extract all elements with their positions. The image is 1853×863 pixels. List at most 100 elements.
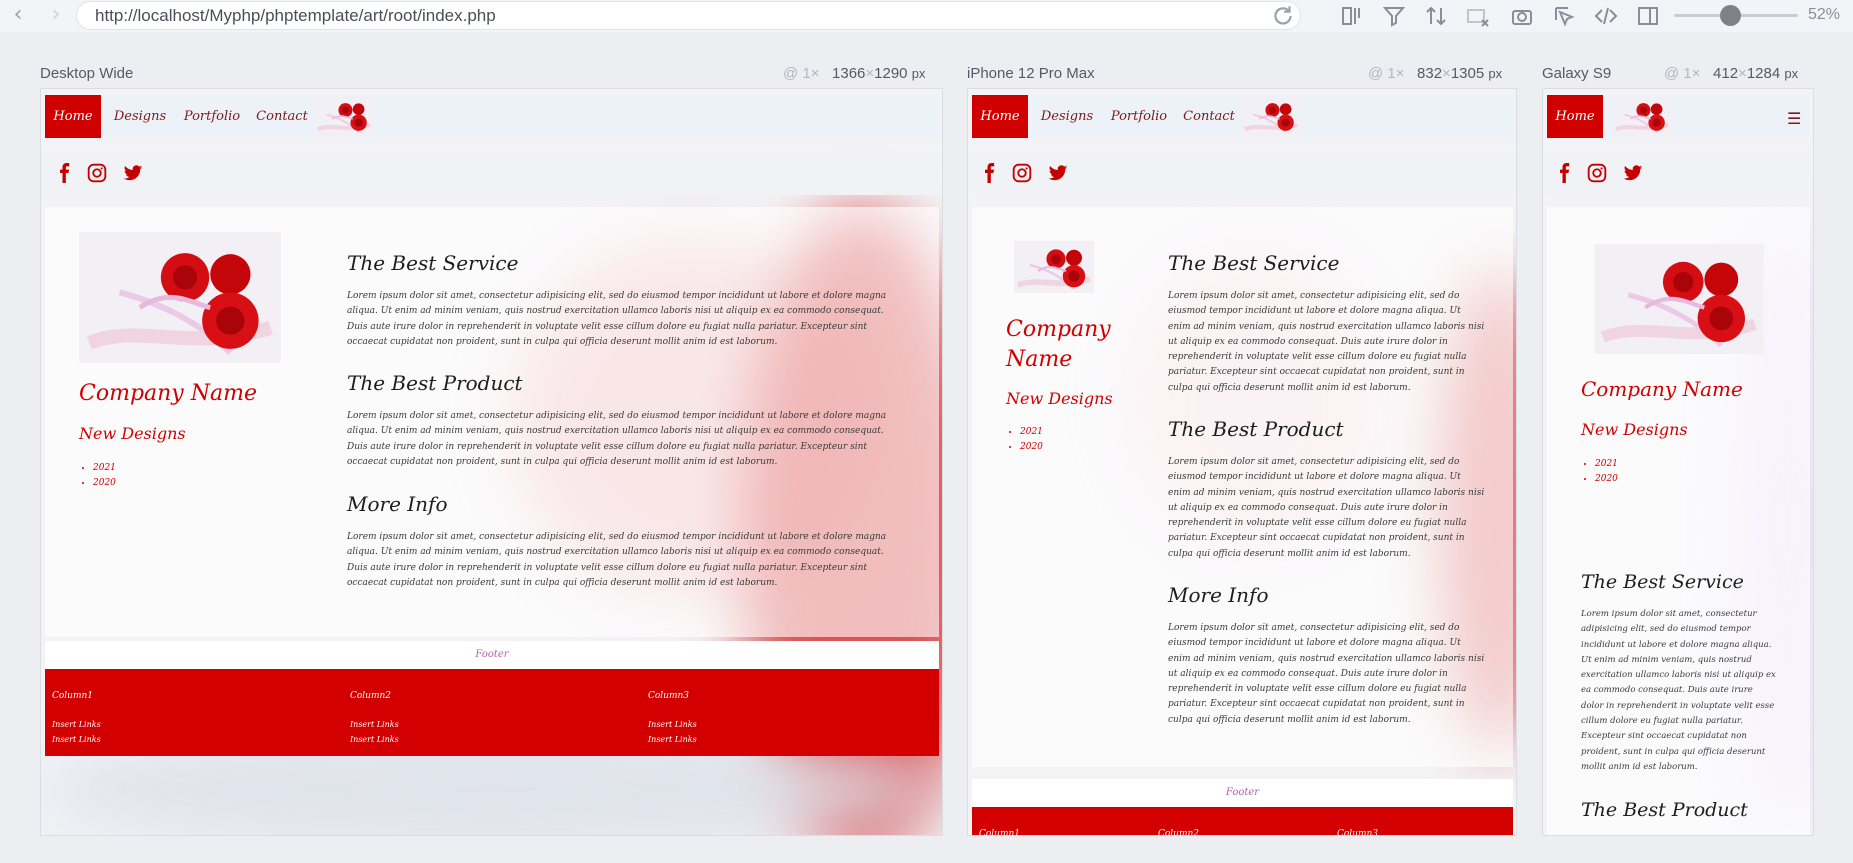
section-title-more-info: More Info: [1168, 583, 1269, 607]
footer-link[interactable]: Insert Links: [52, 720, 101, 729]
iphone-frame: Home Designs Portfolio Contact Company N…: [967, 88, 1517, 836]
device-size-galaxy: @ 1× 412×1284 px: [1664, 65, 1799, 82]
footer-column-title: Column3: [648, 691, 690, 701]
section-title-more-info: More Info: [347, 492, 448, 516]
footer-column-title: Column3: [1337, 829, 1379, 836]
section-title-product: The Best Product: [347, 371, 523, 395]
year-link[interactable]: 2021: [93, 461, 116, 476]
forward-arrow-icon[interactable]: ›: [44, 3, 68, 27]
hamburger-menu-icon[interactable]: ☰: [1787, 109, 1801, 128]
nav-home[interactable]: Home: [1547, 95, 1603, 138]
zoom-level: 52%: [1808, 6, 1841, 23]
footer-label: Footer: [45, 641, 939, 669]
sidebar-rose-image: [79, 232, 281, 363]
inspect-icon[interactable]: [1552, 4, 1576, 28]
footer-columns: Column1 Insert Links Insert Links Column…: [45, 669, 939, 756]
device-size-iphone: @ 1× 832×1305 px: [1368, 65, 1503, 82]
footer-column-title: Column1: [52, 691, 94, 701]
camera-icon[interactable]: [1510, 4, 1534, 28]
section-text-service: Lorem ipsum dolor sit amet, consectetur …: [347, 291, 887, 347]
section-text-product: Lorem ipsum dolor sit amet, consectetur …: [1168, 457, 1485, 559]
footer-column-title: Column2: [1158, 829, 1200, 836]
section-text-more-info: Lorem ipsum dolor sit amet, consectetur …: [1168, 623, 1485, 725]
section-text-product: Lorem ipsum dolor sit amet, consectetur …: [347, 411, 887, 467]
year-link[interactable]: 2020: [1595, 472, 1618, 487]
footer-column-title: Column2: [350, 691, 392, 701]
desktop-frame: Home Designs Portfolio Contact Company N…: [40, 88, 943, 836]
company-name: Company Name: [79, 381, 257, 406]
nav-home[interactable]: Home: [972, 95, 1028, 138]
section-text-service: Lorem ipsum dolor sit amet, consectetur …: [1581, 609, 1776, 772]
footer-link[interactable]: Insert Links: [350, 720, 399, 729]
nav-portfolio[interactable]: Portfolio: [179, 95, 245, 138]
site-navbar: Home ☰: [1547, 95, 1810, 138]
twitter-icon[interactable]: [1623, 163, 1643, 183]
instagram-icon[interactable]: [1587, 163, 1607, 183]
code-icon[interactable]: [1594, 4, 1618, 28]
company-name: Company Name: [1581, 377, 1743, 401]
nav-portfolio[interactable]: Portfolio: [1106, 95, 1172, 138]
nav-contact[interactable]: Contact: [1178, 95, 1240, 138]
nav-home[interactable]: Home: [45, 95, 101, 138]
footer-column-title: Column1: [979, 829, 1021, 836]
new-designs-heading: New Designs: [1006, 389, 1113, 408]
instagram-icon[interactable]: [87, 163, 107, 183]
device-label-galaxy: Galaxy S9: [1542, 65, 1612, 82]
new-designs-heading: New Designs: [1581, 420, 1688, 439]
company-name: Company Name: [1006, 317, 1111, 372]
zoom-slider-thumb[interactable]: [1720, 5, 1741, 26]
nav-logo-image: [1238, 97, 1304, 135]
address-bar[interactable]: http://localhost/Myphp/phptemplate/art/r…: [76, 1, 1301, 30]
sidebar-rose-image: [1006, 241, 1102, 293]
section-text-more-info: Lorem ipsum dolor sit amet, consectetur …: [347, 532, 887, 588]
footer-label: Footer: [972, 779, 1513, 807]
year-link[interactable]: 2020: [93, 476, 116, 491]
section-title-service: The Best Service: [1168, 251, 1340, 275]
social-bar: [1547, 151, 1810, 195]
section-text-service: Lorem ipsum dolor sit amet, consectetur …: [1168, 291, 1485, 393]
facebook-icon[interactable]: [980, 163, 1000, 183]
section-title-product: The Best Product: [1581, 799, 1748, 821]
site-navbar: Home Designs Portfolio Contact: [972, 95, 1513, 138]
section-title-service: The Best Service: [347, 251, 519, 275]
years-list: 2021 2020: [79, 461, 116, 491]
year-link[interactable]: 2020: [1020, 440, 1043, 455]
footer-link[interactable]: Insert Links: [648, 720, 697, 729]
device-label-desktop: Desktop Wide: [40, 65, 134, 82]
instagram-icon[interactable]: [1012, 163, 1032, 183]
footer-link[interactable]: Insert Links: [350, 735, 399, 744]
facebook-icon[interactable]: [1555, 163, 1575, 183]
nav-contact[interactable]: Contact: [251, 95, 313, 138]
nav-logo-image: [1609, 97, 1675, 135]
footer-link[interactable]: Insert Links: [52, 735, 101, 744]
new-designs-heading: New Designs: [79, 424, 186, 443]
section-title-product: The Best Product: [1168, 417, 1344, 441]
site-navbar: Home Designs Portfolio Contact: [45, 95, 939, 138]
device-label-iphone: iPhone 12 Pro Max: [967, 65, 1095, 82]
device-size-desktop: @ 1× 1366×1290 px: [783, 65, 926, 82]
nav-designs[interactable]: Designs: [1036, 95, 1098, 138]
years-list: 2021 2020: [1006, 425, 1043, 455]
layout-icon[interactable]: [1340, 4, 1364, 28]
galaxy-frame: Home ☰ Company Name New Designs 2021 202…: [1542, 88, 1814, 836]
year-link[interactable]: 2021: [1020, 425, 1043, 440]
section-title-service: The Best Service: [1581, 571, 1744, 593]
sort-icon[interactable]: [1424, 4, 1448, 28]
years-list: 2021 2020: [1581, 457, 1618, 487]
back-arrow-icon[interactable]: ‹: [6, 3, 30, 27]
year-link[interactable]: 2021: [1595, 457, 1618, 472]
nav-designs[interactable]: Designs: [109, 95, 171, 138]
twitter-icon[interactable]: [1048, 163, 1068, 183]
browser-toolbar: ‹ › http://localhost/Myphp/phptemplate/a…: [0, 0, 1853, 32]
footer-link[interactable]: Insert Links: [648, 735, 697, 744]
reload-icon[interactable]: [1270, 3, 1296, 29]
nav-logo-image: [311, 97, 377, 135]
footer-columns: Column1 Column2 Column3: [972, 807, 1513, 836]
device-toggle-icon[interactable]: [1466, 4, 1490, 28]
twitter-icon[interactable]: [123, 163, 143, 183]
sidebar-icon[interactable]: [1636, 4, 1660, 28]
sidebar-rose-image: [1581, 244, 1777, 354]
url-text: http://localhost/Myphp/phptemplate/art/r…: [95, 6, 496, 25]
facebook-icon[interactable]: [55, 163, 75, 183]
filter-icon[interactable]: [1382, 4, 1406, 28]
